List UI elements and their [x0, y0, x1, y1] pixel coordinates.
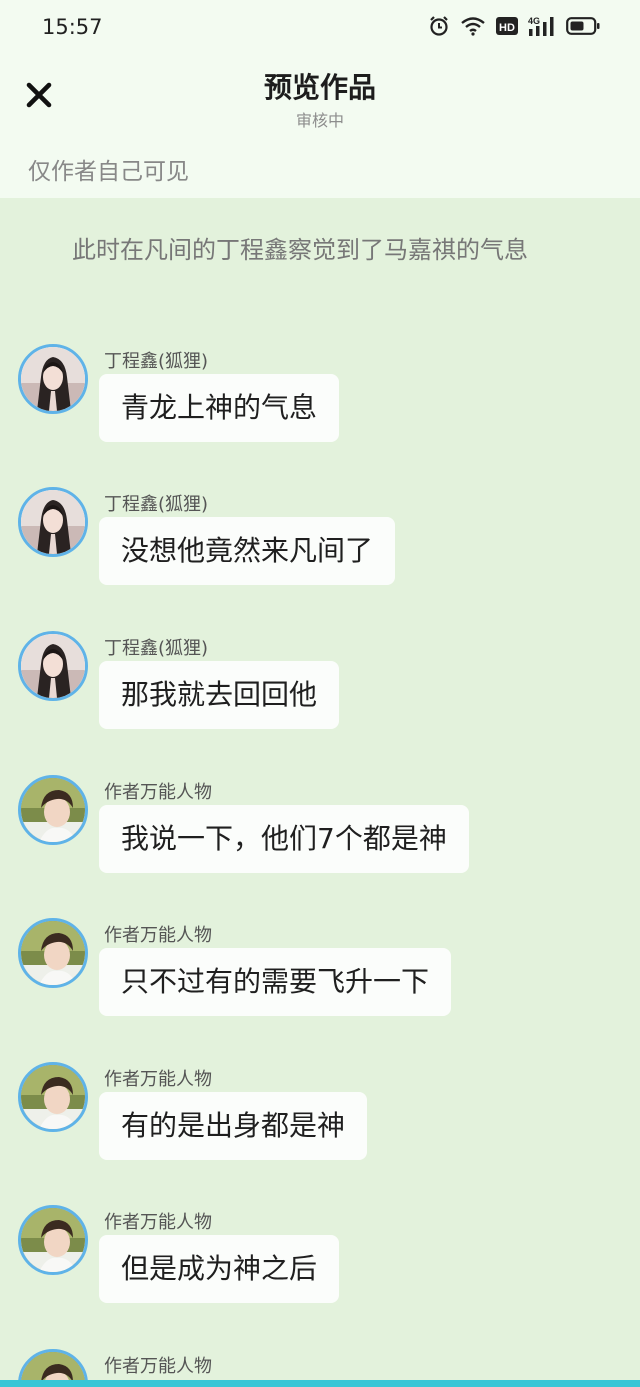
avatar[interactable] [18, 1205, 88, 1275]
sender-name: 作者万能人物 [104, 1069, 212, 1090]
status-icons: HD 4G [428, 16, 600, 40]
author-avatar-image [21, 1208, 85, 1272]
message-row: 作者万能人物 有的是出身都是神 [0, 1062, 640, 1192]
sender-name: 作者万能人物 [104, 1356, 212, 1377]
sender-name: 丁程鑫(狐狸) [104, 494, 209, 515]
hd-icon: HD [496, 16, 518, 40]
message-bubble[interactable]: 有的是出身都是神 [99, 1092, 368, 1160]
avatar[interactable] [18, 1062, 88, 1132]
status-bar: 15:57 HD 4G [0, 0, 640, 56]
message-row: 作者万能人物 我说一下，他们7个都是神 [0, 775, 640, 905]
wifi-icon [460, 16, 486, 40]
character-avatar-image [21, 634, 85, 698]
review-status: 审核中 [295, 111, 344, 130]
avatar[interactable] [18, 344, 88, 414]
author-avatar-image [21, 1065, 85, 1129]
network-label: 4G [528, 16, 540, 26]
page-title: 预览作品 [263, 71, 376, 104]
message-bubble[interactable]: 没想他竟然来凡间了 [99, 517, 396, 585]
visibility-note: 仅作者自己可见 [28, 159, 189, 185]
message-row: 丁程鑫(狐狸) 没想他竟然来凡间了 [0, 487, 640, 617]
alarm-icon [428, 15, 450, 41]
message-row: 作者万能人物 只不过有的需要飞升一下 [0, 918, 640, 1048]
sender-name: 作者万能人物 [104, 1212, 212, 1233]
message-row: 作者万能人物 但是成为神之后 [0, 1205, 640, 1335]
sender-name: 丁程鑫(狐狸) [104, 351, 209, 372]
hd-label: HD [499, 22, 515, 34]
narration-text: 此时在凡间的丁程鑫察觉到了马嘉祺的气息 [72, 236, 528, 264]
avatar[interactable] [18, 775, 88, 845]
sender-name: 作者万能人物 [104, 782, 212, 803]
status-time: 15:57 [42, 15, 103, 39]
message-bubble[interactable]: 但是成为神之后 [99, 1235, 340, 1303]
character-avatar-image [21, 347, 85, 411]
message-bubble[interactable]: 那我就去回回他 [99, 661, 340, 729]
sender-name: 作者万能人物 [104, 925, 212, 946]
battery-icon [566, 16, 600, 40]
avatar[interactable] [18, 631, 88, 701]
avatar[interactable] [18, 487, 88, 557]
message-row: 丁程鑫(狐狸) 青龙上神的气息 [0, 344, 640, 474]
message-bubble[interactable]: 只不过有的需要飞升一下 [99, 948, 452, 1016]
message-bubble[interactable]: 我说一下，他们7个都是神 [99, 805, 469, 873]
message-row: 丁程鑫(狐狸) 那我就去回回他 [0, 631, 640, 761]
signal-4g-icon: 4G [528, 15, 556, 41]
character-avatar-image [21, 490, 85, 554]
author-avatar-image [21, 778, 85, 842]
bottom-progress-strip [0, 1380, 640, 1387]
message-bubble[interactable]: 青龙上神的气息 [99, 374, 340, 442]
sender-name: 丁程鑫(狐狸) [104, 638, 209, 659]
avatar[interactable] [18, 918, 88, 988]
author-avatar-image [21, 921, 85, 985]
